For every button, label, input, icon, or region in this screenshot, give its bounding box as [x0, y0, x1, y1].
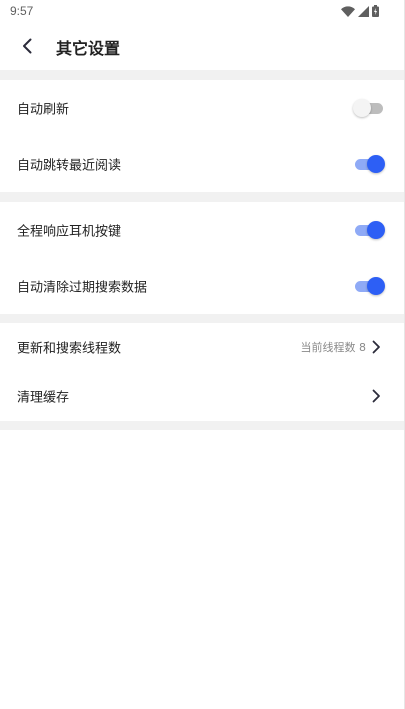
setting-clear-cache[interactable]: 清理缓存	[0, 371, 405, 421]
thread-count-value: 当前线程数 8	[300, 341, 367, 354]
status-time: 9:57	[10, 4, 34, 18]
setting-auto-clear-search[interactable]: 自动清除过期搜索数据	[0, 258, 405, 314]
chevron-right-icon	[372, 340, 380, 354]
auto-jump-recent-toggle[interactable]	[355, 154, 385, 174]
setting-label: 清理缓存	[17, 390, 70, 406]
section-divider	[0, 421, 405, 430]
section-divider	[0, 314, 405, 323]
back-button[interactable]	[12, 32, 42, 60]
toggle-knob	[367, 221, 385, 239]
toggle-knob	[367, 155, 385, 173]
page-title: 其它设置	[56, 39, 121, 58]
setting-auto-refresh[interactable]: 自动刷新	[0, 80, 405, 136]
status-bar: 9:57	[0, 0, 405, 22]
wifi-icon	[341, 5, 355, 17]
cellular-signal-icon	[358, 5, 369, 17]
setting-label: 全程响应耳机按键	[17, 224, 122, 240]
section-divider	[0, 70, 405, 80]
auto-clear-search-toggle[interactable]	[355, 276, 385, 296]
top-app-bar: 其它设置	[0, 22, 405, 70]
setting-label: 自动跳转最近阅读	[17, 158, 122, 174]
setting-earphone-keys[interactable]: 全程响应耳机按键	[0, 202, 405, 258]
setting-thread-count[interactable]: 更新和搜索线程数 当前线程数 8	[0, 323, 405, 371]
auto-refresh-toggle[interactable]	[353, 98, 385, 118]
chevron-right-icon	[372, 389, 380, 403]
setting-label: 更新和搜索线程数	[17, 341, 122, 357]
section-divider	[0, 192, 405, 202]
chevron-left-icon	[23, 38, 32, 54]
setting-label: 自动清除过期搜索数据	[17, 280, 148, 296]
toggle-knob	[367, 277, 385, 295]
status-icons	[341, 4, 379, 18]
toggle-knob	[353, 99, 371, 117]
battery-icon	[372, 5, 379, 17]
setting-label: 自动刷新	[17, 102, 70, 118]
setting-auto-jump-recent[interactable]: 自动跳转最近阅读	[0, 136, 405, 192]
settings-screen: 9:57 其它设置 自动刷新 自动跳转最近阅读 全程响应耳机按键 自动清除过期搜…	[0, 0, 405, 709]
earphone-keys-toggle[interactable]	[355, 220, 385, 240]
